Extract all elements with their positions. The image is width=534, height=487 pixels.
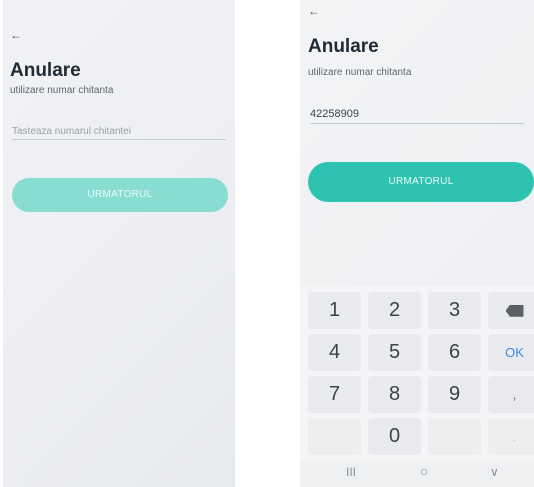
dot-key[interactable]: . bbox=[488, 418, 534, 455]
key-0[interactable]: 0 bbox=[368, 418, 421, 455]
key-7[interactable]: 7 bbox=[308, 376, 361, 413]
key-5[interactable]: 5 bbox=[368, 334, 421, 371]
key-3[interactable]: 3 bbox=[428, 292, 481, 329]
home-icon[interactable]: ○ bbox=[420, 463, 428, 479]
key-2[interactable]: 2 bbox=[368, 292, 421, 329]
right-screenshot: ← Anulare utilizare numar chitanta 42258… bbox=[300, 0, 534, 487]
next-button[interactable]: URMATORUL bbox=[308, 162, 534, 202]
key-4[interactable]: 4 bbox=[308, 334, 361, 371]
page-title: Anulare bbox=[10, 60, 81, 81]
backspace-key[interactable] bbox=[488, 292, 534, 329]
key-8[interactable]: 8 bbox=[368, 376, 421, 413]
back-arrow-icon[interactable]: ← bbox=[10, 28, 22, 42]
empty-key bbox=[308, 418, 361, 455]
key-6[interactable]: 6 bbox=[428, 334, 481, 371]
backspace-icon bbox=[505, 304, 524, 317]
receipt-number-input[interactable]: Tasteaza numarul chitantei bbox=[12, 126, 131, 137]
key-9[interactable]: 9 bbox=[428, 376, 481, 413]
back-arrow-icon[interactable]: ← bbox=[308, 4, 320, 18]
key-1[interactable]: 1 bbox=[308, 292, 361, 329]
receipt-number-input[interactable]: 42258909 bbox=[310, 108, 359, 120]
comma-key[interactable]: , bbox=[488, 376, 534, 413]
page-subtitle: utilizare numar chitanta bbox=[308, 67, 412, 78]
empty-key bbox=[428, 418, 481, 455]
input-underline bbox=[12, 139, 226, 140]
back-nav-icon[interactable]: ∨ bbox=[490, 465, 499, 479]
left-screenshot: ← Anulare utilizare numar chitanta Taste… bbox=[3, 0, 235, 487]
input-underline bbox=[310, 123, 524, 124]
numeric-keypad: 1 2 3 4 5 6 OK 7 8 9 , 0 . bbox=[300, 286, 534, 461]
recents-icon[interactable]: III bbox=[346, 465, 356, 479]
ok-key[interactable]: OK bbox=[488, 334, 534, 371]
system-navigation-bar: III ○ ∨ bbox=[300, 461, 534, 487]
next-button[interactable]: URMATORUL bbox=[12, 178, 228, 212]
page-subtitle: utilizare numar chitanta bbox=[10, 85, 114, 96]
page-title: Anulare bbox=[308, 36, 379, 57]
